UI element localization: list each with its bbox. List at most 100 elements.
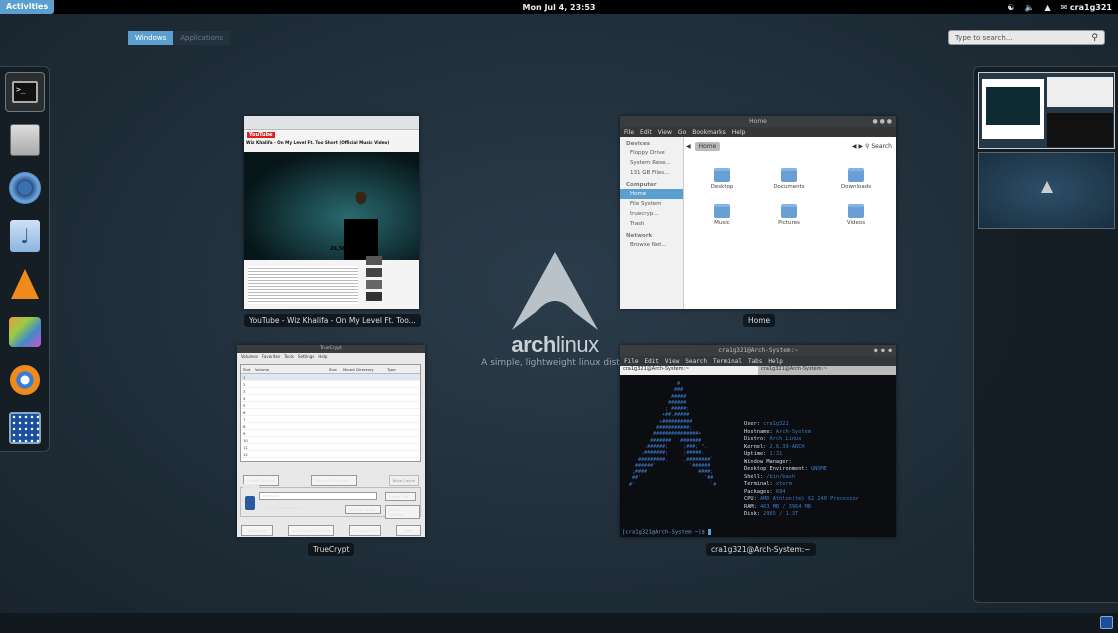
caption-terminal[interactable]: cra1g321@Arch-System:~	[706, 543, 816, 556]
tc-menu-help[interactable]: Help	[318, 354, 327, 359]
volume-icon[interactable]: 🔈	[1025, 3, 1035, 12]
sidebar-item-trash[interactable]: Trash	[620, 219, 683, 229]
nautilus-search-button[interactable]: Search	[871, 143, 892, 150]
sidebar-item-truecrypt[interactable]: truecryp...	[620, 209, 683, 219]
tc-menu-settings[interactable]: Settings	[298, 354, 314, 359]
menu-go[interactable]: Go	[678, 129, 686, 136]
slot-row[interactable]: 3	[241, 388, 420, 395]
slot-row[interactable]: 11	[241, 444, 420, 451]
term-menu-terminal[interactable]: Terminal	[713, 358, 742, 365]
slot-row[interactable]: 1	[241, 374, 420, 381]
term-menu-edit[interactable]: Edit	[644, 358, 658, 365]
exit-button[interactable]: Exit	[395, 525, 421, 536]
folder-downloads[interactable]: Downloads	[836, 168, 876, 190]
search-icon[interactable]: ⚲	[865, 143, 869, 150]
slot-row[interactable]: 9	[241, 430, 420, 437]
clock[interactable]: Mon Jul 4, 23:53	[0, 3, 1118, 12]
terminal-prompt[interactable]: [cra1g321@Arch-System ~]$	[622, 528, 712, 535]
term-menu-help[interactable]: Help	[768, 358, 782, 365]
video-player[interactable]	[244, 152, 419, 260]
caption-youtube[interactable]: YouTube - Wiz Khalifa - On My Level Ft. …	[244, 314, 421, 327]
term-menu-search[interactable]: Search	[685, 358, 707, 365]
caption-nautilus[interactable]: Home	[743, 314, 776, 327]
terminal-tab-2[interactable]: cra1g321@Arch-System:~	[758, 366, 896, 375]
show-apps-launcher[interactable]	[5, 408, 45, 448]
sidebar-item-floppy[interactable]: Floppy Drive	[620, 148, 683, 158]
never-save-history-checkbox[interactable]: ☐ Never save history	[261, 505, 301, 510]
col-volume[interactable]: Volume	[255, 367, 329, 372]
menu-file[interactable]: File	[624, 129, 634, 136]
accessibility-icon[interactable]: ☯	[1007, 3, 1014, 12]
volume-properties-button[interactable]: Volume Properties...	[310, 475, 357, 486]
term-menu-tabs[interactable]: Tabs	[748, 358, 762, 365]
slot-row[interactable]: 4	[241, 395, 420, 402]
dismount-button[interactable]: Dismount	[241, 525, 274, 536]
slot-row[interactable]: 5	[241, 402, 420, 409]
chromium-launcher[interactable]	[5, 168, 45, 208]
nav-arrows-icon[interactable]: ◀ ▶	[852, 143, 865, 150]
tray-notification-icon[interactable]	[1100, 616, 1113, 629]
tc-menu-favorites[interactable]: Favorites	[262, 354, 280, 359]
col-type[interactable]: Type	[387, 367, 407, 372]
window-controls-icon[interactable]: ● ● ●	[874, 345, 892, 356]
window-youtube[interactable]: YouTube Wiz Khalifa - On My Level Ft. To…	[244, 116, 419, 309]
tc-menu-tools[interactable]: Tools	[284, 354, 294, 359]
term-menu-view[interactable]: View	[665, 358, 679, 365]
slot-row[interactable]: 6	[241, 409, 420, 416]
sidebar-item-system-reserved[interactable]: System Rese...	[620, 158, 683, 168]
user-menu[interactable]: ✉ cra1g321	[1061, 3, 1112, 12]
volume-table[interactable]: Slot Volume Size Mount Directory Type 12…	[240, 364, 421, 462]
select-file-button[interactable]: Select File...	[385, 492, 416, 501]
folder-videos[interactable]: Videos	[836, 204, 876, 226]
menu-bookmarks[interactable]: Bookmarks	[692, 129, 726, 136]
auto-mount-button[interactable]: Auto-Mount Devices	[287, 525, 335, 536]
volume-tools-button[interactable]: Volume Tools...	[345, 505, 382, 514]
workspace-2[interactable]	[978, 152, 1115, 229]
slot-row[interactable]: 10	[241, 437, 420, 444]
file-manager-launcher[interactable]	[5, 120, 45, 160]
folder-music[interactable]: Music	[702, 204, 742, 226]
menu-help[interactable]: Help	[732, 129, 746, 136]
col-size[interactable]: Size	[329, 367, 343, 372]
slot-row[interactable]: 8	[241, 423, 420, 430]
folder-desktop[interactable]: Desktop	[702, 168, 742, 190]
vlc-launcher[interactable]	[5, 264, 45, 304]
paint-launcher[interactable]	[5, 312, 45, 352]
tab-windows[interactable]: Windows	[128, 31, 174, 45]
network-icon[interactable]: ▲	[1045, 3, 1051, 12]
sidebar-item-browse-network[interactable]: Browse Net...	[620, 240, 683, 250]
slot-row[interactable]: 12	[241, 451, 420, 458]
music-player-launcher[interactable]: ♩	[5, 216, 45, 256]
window-terminal[interactable]: cra1g321@Arch-System:~ ● ● ● File Edit V…	[620, 345, 896, 537]
workspace-1[interactable]	[978, 72, 1115, 149]
folder-documents[interactable]: Documents	[769, 168, 809, 190]
folder-pictures[interactable]: Pictures	[769, 204, 809, 226]
caption-truecrypt[interactable]: TrueCrypt	[308, 543, 355, 556]
terminal-launcher[interactable]: >_	[5, 72, 45, 112]
menu-edit[interactable]: Edit	[640, 129, 652, 136]
col-mount-dir[interactable]: Mount Directory	[343, 367, 387, 372]
tc-menu-volumes[interactable]: Volumes	[241, 354, 258, 359]
term-menu-file[interactable]: File	[624, 358, 638, 365]
menu-view[interactable]: View	[658, 129, 672, 136]
tab-applications[interactable]: Applications	[173, 31, 231, 45]
select-device-button[interactable]: Select Device...	[385, 505, 420, 519]
volume-path-input[interactable]: /dev/sdb	[259, 492, 377, 500]
sidebar-item-home[interactable]: Home	[620, 189, 683, 199]
window-truecrypt[interactable]: TrueCrypt Volumes Favorites Tools Settin…	[237, 345, 425, 537]
location-home-button[interactable]: Home	[694, 142, 721, 151]
back-icon[interactable]: ◀	[686, 143, 691, 150]
search-input[interactable]: Type to search... ⚲	[948, 30, 1105, 45]
slot-row[interactable]: 7	[241, 416, 420, 423]
dismount-all-button[interactable]: Dismount All	[348, 525, 382, 536]
slot-row[interactable]: 2	[241, 381, 420, 388]
sidebar-item-filesystem[interactable]: File System	[620, 199, 683, 209]
wipe-cache-button[interactable]: Wipe Cache	[388, 475, 419, 486]
window-nautilus[interactable]: Home ● ● ● File Edit View Go Bookmarks H…	[620, 116, 896, 309]
blender-launcher[interactable]	[5, 360, 45, 400]
sidebar-item-files[interactable]: 131 GB Files...	[620, 168, 683, 178]
activities-button[interactable]: Activities	[0, 0, 55, 14]
close-icon[interactable]: ● ● ●	[872, 116, 892, 127]
terminal-tab-1[interactable]: cra1g321@Arch-System:~	[620, 366, 758, 375]
col-slot[interactable]: Slot	[241, 367, 255, 372]
